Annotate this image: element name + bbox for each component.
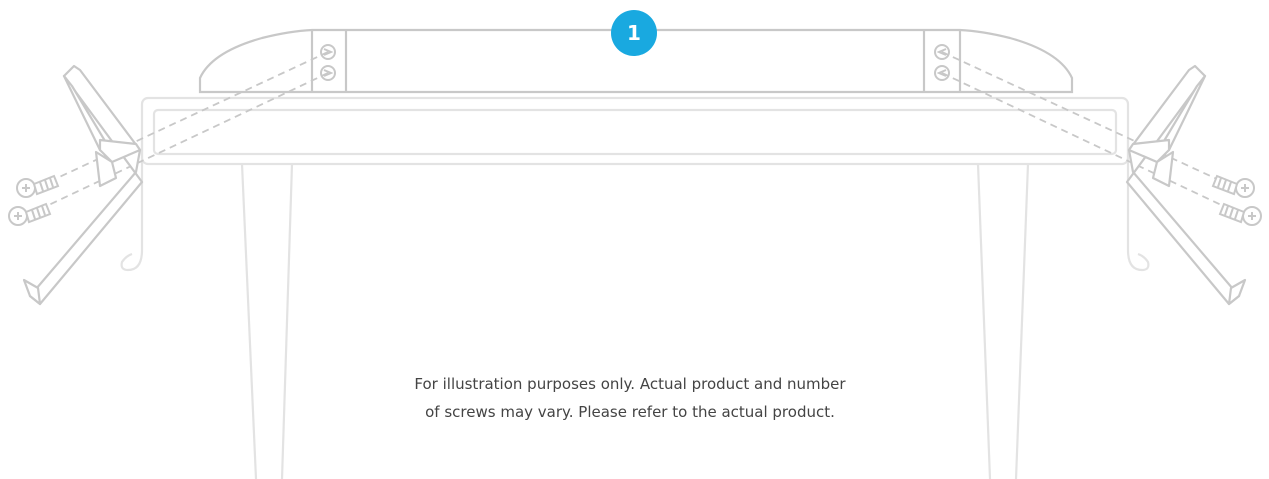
tv-body — [120, 96, 1150, 272]
disclaimer-line-1: For illustration purposes only. Actual p… — [414, 375, 846, 393]
assembly-diagram: 1 For illustration purposes only. Actual… — [0, 0, 1269, 479]
disclaimer-caption: For illustration purposes only. Actual p… — [330, 370, 930, 426]
screw-left-bottom-icon — [8, 202, 52, 226]
tv-leg-left — [240, 163, 294, 479]
screw-right-top-icon — [1211, 174, 1255, 198]
screw-left-top-icon — [16, 174, 60, 198]
disclaimer-line-2: of screws may vary. Please refer to the … — [425, 403, 835, 421]
tv-leg-right — [976, 163, 1030, 479]
screw-right-bottom-icon — [1218, 202, 1262, 226]
step-number-badge: 1 — [611, 10, 657, 56]
